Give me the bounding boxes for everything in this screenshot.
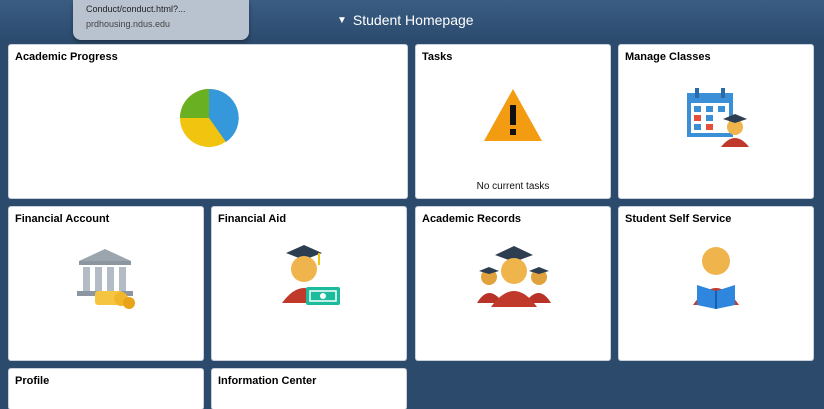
tile-tasks[interactable]: Tasks No current tasks — [416, 45, 610, 198]
tooltip-host: prdhousing.ndus.edu — [86, 19, 171, 29]
tile-information-center[interactable]: Information Center — [212, 369, 406, 409]
warning-icon — [484, 89, 542, 141]
tile-financial-aid[interactable]: Financial Aid — [212, 207, 406, 360]
graduate-money-icon — [282, 245, 340, 305]
caret-down-icon: ▼ — [337, 14, 347, 26]
tasks-status: No current tasks — [476, 181, 550, 192]
student-reading-icon — [693, 247, 739, 309]
tile-academic-progress[interactable]: Academic Progress — [9, 45, 407, 198]
tile-profile[interactable]: Profile — [9, 369, 203, 409]
tile-student-self-service[interactable]: Student Self Service — [619, 207, 813, 360]
calendar-student-icon — [687, 88, 749, 147]
tile-title: Academic Progress — [15, 51, 118, 63]
tile-academic-records[interactable]: Academic Records — [416, 207, 610, 360]
pie-chart-icon — [180, 88, 239, 147]
tile-financial-account[interactable]: Financial Account — [9, 207, 203, 360]
tile-title: Financial Account — [15, 213, 110, 225]
tooltip-url: Conduct/conduct.html?... — [86, 4, 186, 14]
tile-title: Financial Aid — [218, 213, 287, 225]
tile-title: Profile — [15, 375, 50, 387]
graduates-group-icon — [477, 246, 551, 307]
tile-title: Tasks — [422, 51, 453, 63]
homepage-selector[interactable]: ▼ Student Homepage — [337, 12, 474, 28]
browser-link-tooltip: Conduct/conduct.html?... prdhousing.ndus… — [73, 0, 249, 40]
homepage-title: Student Homepage — [352, 12, 474, 28]
tile-manage-classes[interactable]: Manage Classes — [619, 45, 813, 198]
tile-title: Information Center — [218, 375, 317, 387]
bank-money-icon — [77, 249, 135, 309]
tile-title: Student Self Service — [625, 213, 732, 225]
tile-title: Manage Classes — [625, 51, 711, 63]
tile-title: Academic Records — [422, 213, 522, 225]
